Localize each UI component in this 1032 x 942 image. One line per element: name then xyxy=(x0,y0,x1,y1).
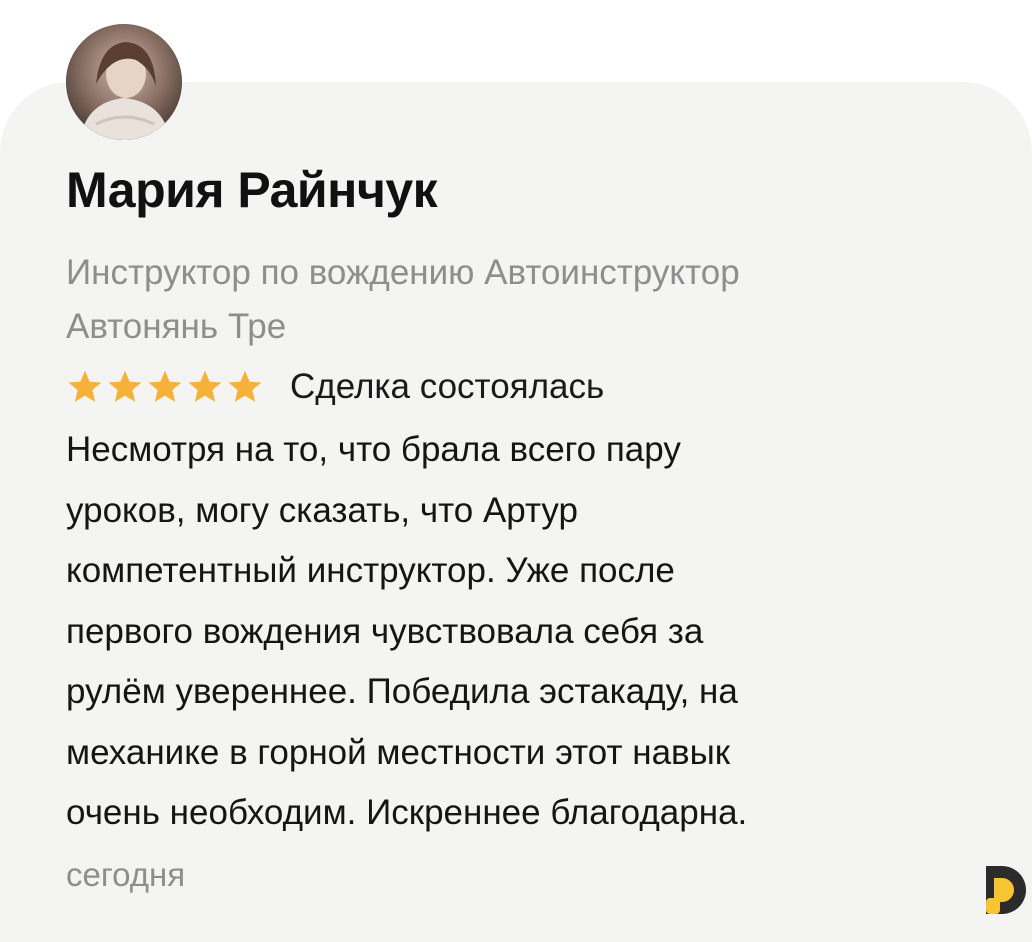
star-rating xyxy=(66,369,264,405)
review-line: рулём увереннее. Победила эстакаду, на xyxy=(66,672,738,711)
brand-logo-icon[interactable] xyxy=(978,860,1030,920)
deal-status: Сделка состоялась xyxy=(290,367,605,406)
rating-row: Сделка состоялась xyxy=(66,362,604,412)
star-icon xyxy=(106,369,144,405)
review-subtitle: Инструктор по вождению Автоинструктор Ав… xyxy=(66,246,946,354)
star-icon xyxy=(66,369,104,405)
review-line: механике в горной местности этот навык xyxy=(66,732,731,772)
review-line: компетентный инструктор. Уже после xyxy=(66,551,675,590)
review-line: очень необходим. Искреннее благодарна. xyxy=(66,793,748,832)
review-text: Несмотря на то, что брала всего пару уро… xyxy=(66,420,966,844)
avatar[interactable] xyxy=(66,24,182,140)
subtitle-line: Инструктор по вождению Автоинструктор xyxy=(66,253,740,292)
review-line: уроков, могу сказать, что Артур xyxy=(66,490,578,530)
author-name[interactable]: Мария Райнчук xyxy=(66,158,438,222)
review-line: Несмотря на то, что брала всего пару xyxy=(66,430,681,469)
star-icon xyxy=(186,369,224,405)
review-date: сегодня xyxy=(66,856,186,893)
avatar-photo-icon xyxy=(66,24,182,140)
star-icon xyxy=(226,369,264,405)
star-icon xyxy=(146,369,184,405)
subtitle-line: Автонянь Тре xyxy=(66,307,287,346)
brand-logo-icon xyxy=(986,866,1026,914)
review-line: первого вождения чувствовала себя за xyxy=(66,611,704,651)
